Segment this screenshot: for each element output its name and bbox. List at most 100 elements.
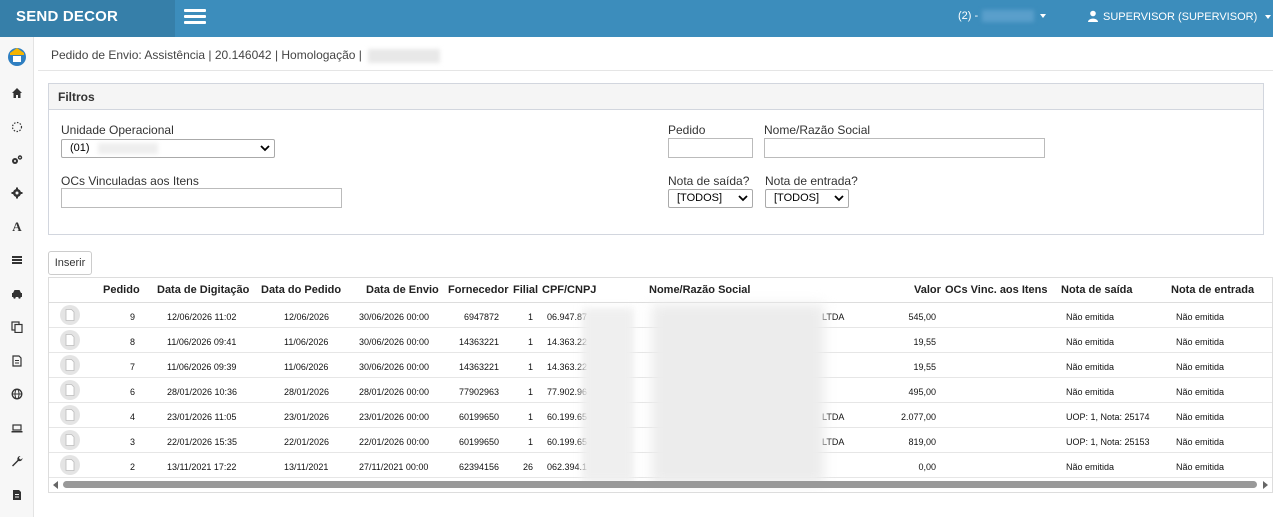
file-icon[interactable]: [0, 485, 34, 505]
ocs-input[interactable]: [61, 188, 342, 208]
orders-table: Pedido Data de Digitação Data do Pedido …: [48, 277, 1273, 493]
title-redacted: [367, 48, 440, 63]
cell-data-digitacao: 13/11/2021 17:22: [167, 462, 237, 472]
cell-data-digitacao: 28/01/2026 10:36: [167, 387, 238, 397]
col-nota-entrada[interactable]: Nota de entrada: [1171, 284, 1254, 296]
col-filial[interactable]: Filial: [513, 284, 538, 296]
gear-icon[interactable]: [0, 183, 34, 203]
file-text-icon[interactable]: [0, 351, 34, 371]
nota-entrada-value: [TODOS]: [774, 192, 820, 204]
cell-valor: 0,00: [918, 462, 936, 472]
view-document-icon[interactable]: [60, 380, 80, 400]
cell-data-envio: 30/06/2026 00:00: [359, 362, 430, 372]
cell-nota-entrada: Não emitida: [1176, 462, 1225, 472]
cell-data-pedido: 23/01/2026: [284, 412, 330, 422]
chevron-down-icon: [260, 145, 270, 152]
nota-saida-select[interactable]: [TODOS]: [668, 189, 753, 208]
cell-valor: 2.077,00: [900, 412, 936, 422]
col-cpf[interactable]: CPF/CNPJ: [542, 284, 596, 296]
nota-saida-label: Nota de saída?: [668, 174, 750, 188]
col-data-pedido[interactable]: Data do Pedido: [261, 284, 341, 296]
cell-pedido: 4: [129, 412, 135, 422]
app-logo-icon[interactable]: [7, 45, 27, 67]
cell-nota-saida: UOP: 1, Nota: 25174: [1066, 412, 1150, 422]
ocs-label: OCs Vinculadas aos Itens: [61, 174, 199, 188]
col-valor[interactable]: Valor: [914, 284, 941, 296]
chevron-down-icon: [1265, 15, 1272, 20]
font-icon[interactable]: A: [0, 217, 34, 237]
cell-nota-saida: UOP: 1, Nota: 25153: [1066, 437, 1150, 447]
cell-valor: 545,00: [908, 312, 936, 322]
cell-filial: 1: [527, 362, 533, 372]
cell-fornecedor: 6947872: [463, 312, 499, 322]
cell-data-digitacao: 11/06/2026 09:39: [167, 362, 237, 372]
view-document-icon[interactable]: [60, 355, 80, 375]
view-document-icon[interactable]: [60, 330, 80, 350]
branch-selector[interactable]: (2) -: [958, 10, 1047, 23]
cell-filial: 1: [527, 437, 533, 447]
cell-filial: 1: [527, 337, 533, 347]
col-nome[interactable]: Nome/Razão Social: [649, 284, 750, 296]
chevron-down-icon: [834, 195, 844, 202]
cell-filial: 1: [527, 312, 533, 322]
cell-fornecedor: 14363221: [458, 362, 499, 372]
hamburger-icon[interactable]: [184, 9, 206, 25]
scroll-right-arrow-icon[interactable]: [1263, 481, 1268, 489]
wrench-icon[interactable]: [0, 451, 34, 471]
scroll-left-arrow-icon[interactable]: [53, 481, 58, 489]
laptop-icon[interactable]: [0, 418, 34, 438]
cell-pedido: 8: [129, 337, 135, 347]
cell-fornecedor: 77902963: [458, 387, 499, 397]
cell-filial: 26: [522, 462, 533, 472]
brand-logo-text[interactable]: SEND DECOR: [0, 0, 175, 37]
page-title: Pedido de Envio: Assistência | 20.146042…: [51, 48, 440, 63]
list-icon[interactable]: [0, 250, 34, 270]
nome-label: Nome/Razão Social: [764, 123, 871, 137]
view-document-icon[interactable]: [60, 455, 80, 475]
globe-icon[interactable]: [0, 384, 34, 404]
pedido-input[interactable]: [668, 138, 753, 158]
col-pedido[interactable]: Pedido: [103, 284, 140, 296]
cell-pedido: 7: [129, 362, 135, 372]
horizontal-scrollbar[interactable]: [49, 478, 1272, 492]
cell-data-envio: 27/11/2021 00:00: [359, 462, 429, 472]
cell-pedido: 2: [129, 462, 135, 472]
cell-data-pedido: 28/01/2026: [284, 387, 330, 397]
cell-nota-saida: Não emitida: [1066, 312, 1115, 322]
cell-filial: 1: [527, 387, 533, 397]
cpf-redacted: [582, 308, 634, 482]
cell-data-envio: 22/01/2026 00:00: [359, 437, 430, 447]
scrollbar-thumb[interactable]: [63, 481, 1257, 488]
cell-data-digitacao: 22/01/2026 15:35: [167, 437, 238, 447]
insert-button[interactable]: Inserir: [48, 251, 92, 275]
car-icon[interactable]: [0, 284, 34, 304]
cell-data-digitacao: 12/06/2026 11:02: [167, 312, 237, 322]
view-document-icon[interactable]: [60, 430, 80, 450]
col-ocs[interactable]: OCs Vinc. aos Itens: [945, 284, 1048, 296]
spinner-icon[interactable]: [0, 117, 34, 137]
col-fornecedor[interactable]: Fornecedor: [448, 284, 509, 296]
nota-entrada-select[interactable]: [TODOS]: [765, 189, 849, 208]
cell-data-pedido: 11/06/2026: [284, 337, 329, 347]
copy-icon[interactable]: [0, 317, 34, 337]
col-nota-saida[interactable]: Nota de saída: [1061, 284, 1133, 296]
cell-valor: 19,55: [913, 362, 936, 372]
home-icon[interactable]: [0, 83, 34, 103]
user-label: SUPERVISOR (SUPERVISOR): [1103, 11, 1258, 23]
cell-data-envio: 23/01/2026 00:00: [359, 412, 430, 422]
cell-nota-saida: Não emitida: [1066, 462, 1115, 472]
cell-data-digitacao: 23/01/2026 11:05: [167, 412, 237, 422]
cell-data-pedido: 12/06/2026: [284, 312, 330, 322]
col-data-envio[interactable]: Data de Envio: [366, 284, 439, 296]
nome-input[interactable]: [764, 138, 1045, 158]
view-document-icon[interactable]: [60, 305, 80, 325]
user-menu[interactable]: SUPERVISOR (SUPERVISOR): [1087, 10, 1272, 23]
cell-nota-entrada: Não emitida: [1176, 412, 1225, 422]
unidade-select[interactable]: (01): [61, 139, 275, 158]
col-data-digitacao[interactable]: Data de Digitação: [157, 284, 249, 296]
cell-nota-entrada: Não emitida: [1176, 312, 1225, 322]
cell-filial: 1: [527, 412, 533, 422]
cogs-icon[interactable]: [0, 150, 34, 170]
cell-nota-entrada: Não emitida: [1176, 337, 1225, 347]
view-document-icon[interactable]: [60, 405, 80, 425]
